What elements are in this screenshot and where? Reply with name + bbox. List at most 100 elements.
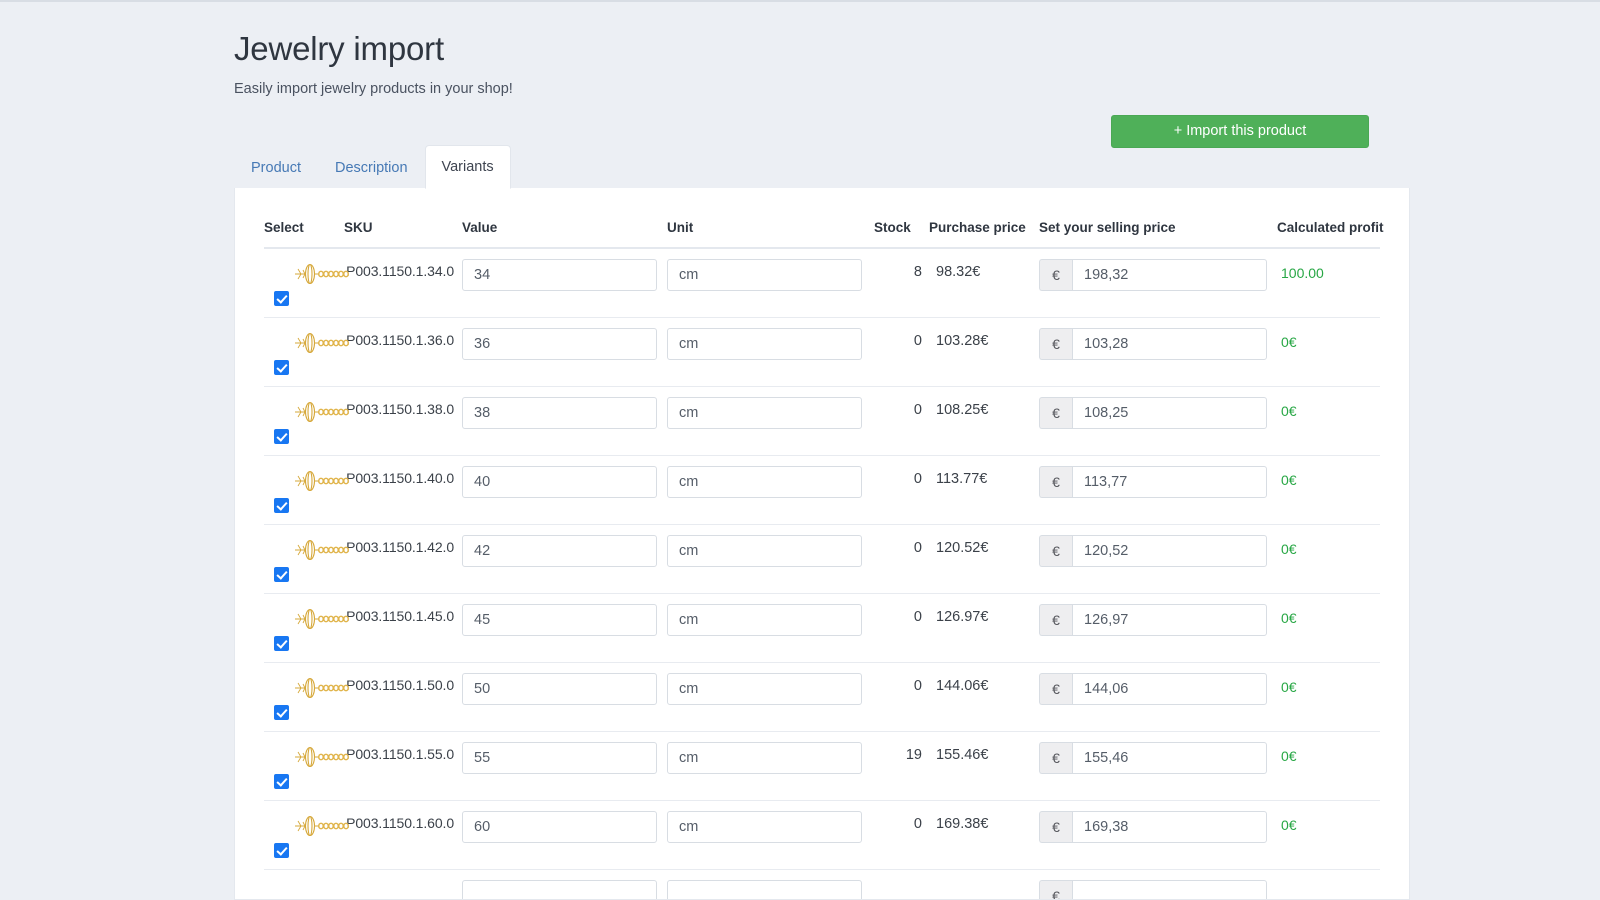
selling-price-input[interactable] <box>1072 672 1267 705</box>
variant-value-input[interactable] <box>462 741 657 774</box>
row-calculated-profit: 0€ <box>1277 800 1380 870</box>
row-stock: 0 <box>874 662 929 732</box>
tab-variants[interactable]: Variants <box>424 145 511 189</box>
row-selling-price-cell: € <box>1039 662 1277 732</box>
variant-unit-input[interactable] <box>667 810 862 843</box>
table-row: P003.1150.1.42.0 0 120.52€ € 0€ <box>264 524 1380 594</box>
variants-panel: Select SKU Value Unit Stock Purchase pri… <box>234 188 1410 900</box>
variant-unit-input[interactable] <box>667 396 862 429</box>
row-purchase-price: 144.06€ <box>929 662 1039 732</box>
row-purchase-price: 126.97€ <box>929 593 1039 663</box>
variant-unit-input[interactable] <box>667 672 862 705</box>
row-value-cell <box>462 800 667 870</box>
selling-price-input[interactable] <box>1072 603 1267 636</box>
tab-product[interactable]: Product <box>234 148 318 188</box>
row-select-checkbox[interactable] <box>274 635 289 651</box>
row-selling-price-cell: € <box>1039 455 1277 525</box>
row-select-checkbox[interactable] <box>274 428 289 444</box>
table-row: P003.1150.1.50.0 0 144.06€ € 0€ <box>264 662 1380 732</box>
row-stock: 19 <box>874 731 929 801</box>
variant-value-input[interactable] <box>462 810 657 843</box>
row-select-checkbox[interactable] <box>274 359 289 375</box>
selling-price-input[interactable] <box>1072 879 1267 899</box>
variant-value-input[interactable] <box>462 259 657 291</box>
row-select-checkbox[interactable] <box>274 773 289 789</box>
row-unit-cell <box>667 455 874 525</box>
row-sku: P003.1150.1.60.0 <box>344 800 462 870</box>
row-value-cell <box>462 593 667 663</box>
row-unit-cell <box>667 869 874 899</box>
variant-unit-input[interactable] <box>667 327 862 360</box>
column-header-sku: SKU <box>344 188 462 249</box>
variant-value-input[interactable] <box>462 879 657 899</box>
row-select-checkbox[interactable] <box>274 842 289 858</box>
variant-unit-input[interactable] <box>667 465 862 498</box>
row-unit-cell <box>667 800 874 870</box>
row-selling-price-cell: € <box>1039 800 1277 870</box>
row-calculated-profit: 0€ <box>1277 386 1380 456</box>
row-purchase-price: 155.46€ <box>929 731 1039 801</box>
import-this-product-button[interactable]: + Import this product <box>1111 115 1369 148</box>
column-header-selling-price: Set your selling price <box>1039 188 1277 249</box>
row-selling-price-cell: € <box>1039 869 1277 899</box>
selling-price-input[interactable] <box>1072 327 1267 360</box>
euro-symbol-icon: € <box>1039 879 1072 899</box>
selling-price-input[interactable] <box>1072 396 1267 429</box>
table-row: P003.1150.1.38.0 0 108.25€ € 0€ <box>264 386 1380 456</box>
page-subtitle: Easily import jewelry products in your s… <box>234 81 513 97</box>
row-purchase-price <box>929 869 1039 899</box>
row-stock: 0 <box>874 317 929 387</box>
table-body: P003.1150.1.34.0 8 98.32€ € 100.00 <box>264 248 1380 899</box>
row-select-checkbox[interactable] <box>274 704 289 720</box>
variant-value-input[interactable] <box>462 396 657 429</box>
row-selling-price-cell: € <box>1039 386 1277 456</box>
table-row: € <box>264 869 1380 899</box>
row-calculated-profit: 100.00 <box>1277 248 1380 318</box>
row-stock: 0 <box>874 524 929 594</box>
selling-price-input[interactable] <box>1072 465 1267 498</box>
row-select-checkbox[interactable] <box>274 497 289 513</box>
row-calculated-profit <box>1277 869 1380 899</box>
variant-value-input[interactable] <box>462 465 657 498</box>
variant-unit-input[interactable] <box>667 741 862 774</box>
row-sku: P003.1150.1.42.0 <box>344 524 462 594</box>
variant-unit-input[interactable] <box>667 259 862 291</box>
row-unit-cell <box>667 248 874 318</box>
variant-value-input[interactable] <box>462 534 657 567</box>
row-purchase-price: 108.25€ <box>929 386 1039 456</box>
row-select-cell <box>264 524 349 594</box>
row-select-cell <box>264 869 344 899</box>
variants-table: Select SKU Value Unit Stock Purchase pri… <box>264 188 1384 899</box>
variant-unit-input[interactable] <box>667 534 862 567</box>
page-title: Jewelry import <box>234 30 444 67</box>
variant-unit-input[interactable] <box>667 879 862 899</box>
selling-price-input[interactable] <box>1072 534 1267 567</box>
row-calculated-profit: 0€ <box>1277 662 1380 732</box>
variant-value-input[interactable] <box>462 603 657 636</box>
euro-symbol-icon: € <box>1039 672 1072 705</box>
row-sku: P003.1150.1.50.0 <box>344 662 462 732</box>
row-unit-cell <box>667 317 874 387</box>
variant-unit-input[interactable] <box>667 603 862 636</box>
selling-price-input[interactable] <box>1072 810 1267 843</box>
euro-symbol-icon: € <box>1039 741 1072 774</box>
table-header-row: Select SKU Value Unit Stock Purchase pri… <box>264 188 1384 249</box>
row-select-checkbox[interactable] <box>274 291 289 306</box>
product-thumbnail-icon <box>290 258 352 290</box>
row-calculated-profit: 0€ <box>1277 524 1380 594</box>
tab-description[interactable]: Description <box>318 148 425 188</box>
selling-price-input[interactable] <box>1072 259 1267 291</box>
row-unit-cell <box>667 593 874 663</box>
row-unit-cell <box>667 662 874 732</box>
row-calculated-profit: 0€ <box>1277 731 1380 801</box>
row-value-cell <box>462 317 667 387</box>
row-select-cell <box>264 662 349 732</box>
table-row: P003.1150.1.40.0 0 113.77€ € 0€ <box>264 455 1380 525</box>
variant-value-input[interactable] <box>462 327 657 360</box>
column-header-calculated-profit: Calculated profit <box>1277 188 1384 249</box>
row-purchase-price: 98.32€ <box>929 248 1039 318</box>
selling-price-input[interactable] <box>1072 741 1267 774</box>
variant-value-input[interactable] <box>462 672 657 705</box>
row-select-checkbox[interactable] <box>274 566 289 582</box>
row-value-cell <box>462 455 667 525</box>
